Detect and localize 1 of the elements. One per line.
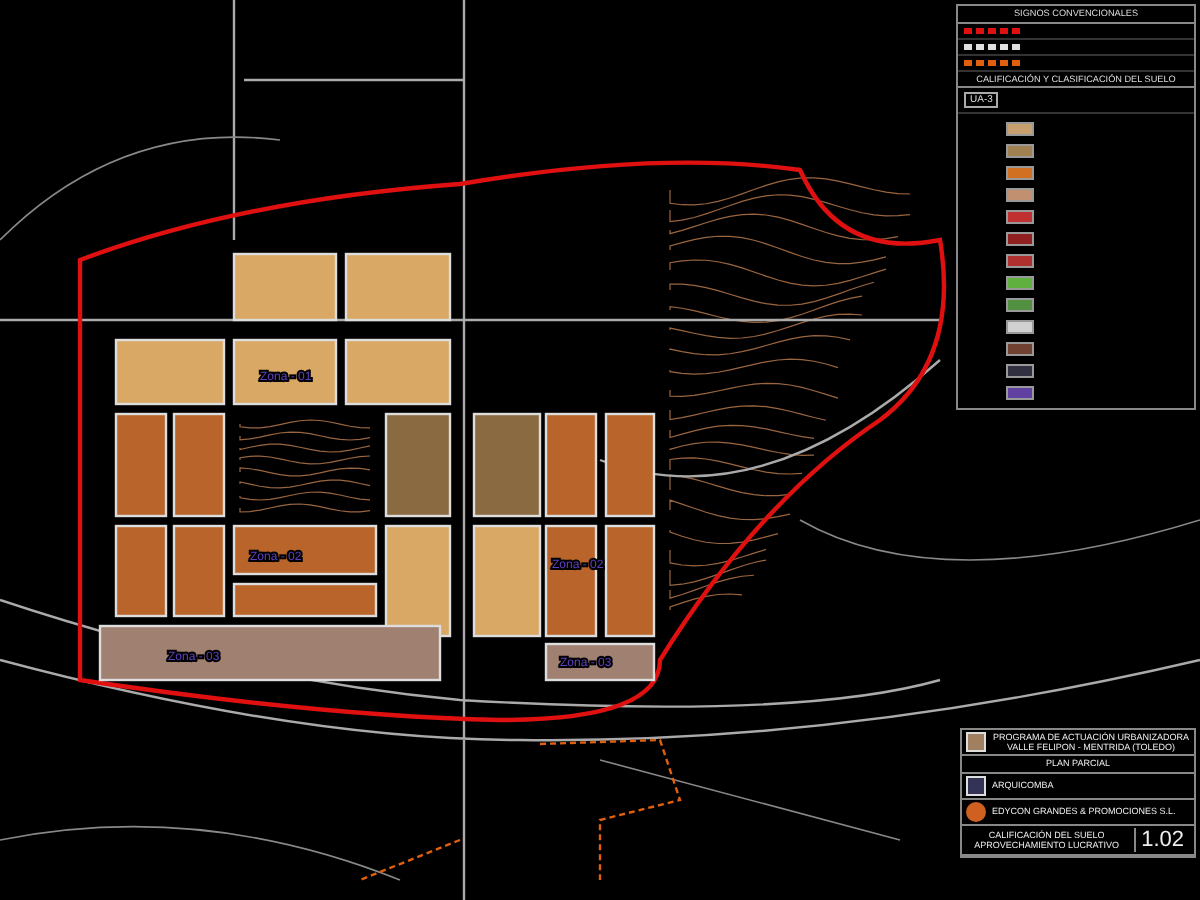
- plan-number: 1.02: [1133, 827, 1190, 853]
